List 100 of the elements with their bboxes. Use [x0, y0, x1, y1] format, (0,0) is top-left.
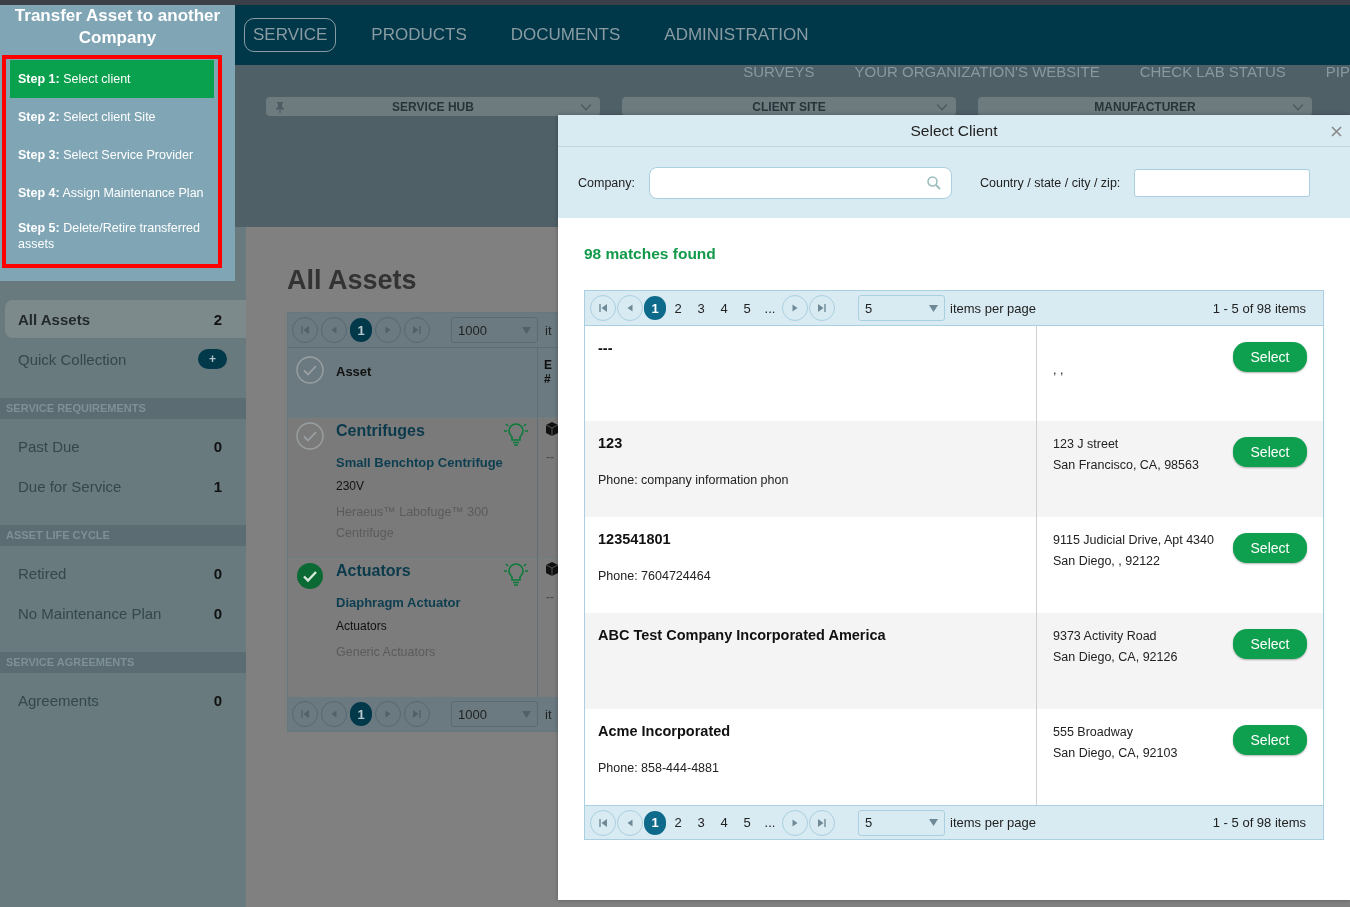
page-number[interactable]: 4 [713, 296, 735, 320]
item-range: 1 - 5 of 98 items [1212, 815, 1306, 830]
page-size-label: it [545, 706, 552, 722]
lightbulb-icon [503, 422, 529, 446]
dialog-title: Select Client [910, 121, 998, 140]
wizard-step[interactable]: Step 4: Assign Maintenance Plan [10, 174, 214, 212]
nav-tab[interactable]: ADMINISTRATION [655, 18, 818, 52]
page-size-dropdown[interactable]: 5 [858, 295, 945, 321]
nav-link[interactable]: CHECK LAB STATUS [1139, 65, 1286, 85]
add-button[interactable]: + [198, 349, 227, 369]
column-header: E # [543, 357, 553, 388]
field-label: Country / state / city / zip: [980, 175, 1121, 190]
item-count: 2 [213, 310, 222, 328]
page-number[interactable]: ... [759, 296, 781, 320]
asset-category: Actuators [336, 562, 411, 580]
table-cell: -- [546, 450, 552, 464]
page-number[interactable]: 1 [644, 810, 666, 835]
page-number[interactable]: 4 [713, 810, 735, 835]
wizard-step[interactable]: Step 3: Select Service Provider [10, 136, 214, 174]
last-page-icon [817, 303, 827, 313]
select-button[interactable]: Select [1233, 437, 1307, 467]
search-icon [927, 175, 941, 190]
page-size-dropdown[interactable]: 1000 [451, 317, 538, 343]
page-size-dropdown[interactable]: 5 [858, 809, 945, 836]
select-button[interactable]: Select [1233, 533, 1307, 563]
field-label: Company: [578, 175, 635, 190]
nav-tab[interactable]: PRODUCTS [362, 18, 476, 52]
previous-page-icon [329, 709, 339, 719]
last-page-icon [412, 709, 422, 719]
company-name: ABC Test Company Incorporated America [598, 627, 887, 643]
table-cell: -- [546, 590, 552, 604]
page-number[interactable]: ... [759, 810, 781, 835]
address-line: , , [1053, 363, 1064, 378]
filter-label: SERVICE HUB [391, 99, 475, 114]
asset-link[interactable]: Small Benchtop Centrifuge [336, 455, 529, 470]
nav-link[interactable]: YOUR ORGANIZATION'S WEBSITE [854, 65, 1100, 85]
page-title: All Assets [287, 265, 418, 296]
page-size-label: items per page [950, 815, 1036, 830]
input-field[interactable] [1134, 168, 1311, 197]
asset-link[interactable]: Diaphragm Actuator [336, 595, 529, 610]
wizard-step[interactable]: Step 2: Select client Site [10, 98, 214, 136]
last-page-icon [817, 817, 827, 828]
page-number[interactable]: 3 [690, 810, 712, 835]
address-line: 9115 Judicial Drive, Apt 4340 [1053, 533, 1214, 548]
address-line: 9373 Activity Road [1053, 629, 1158, 644]
nav-link[interactable]: SURVEYS [743, 65, 815, 85]
company-name: 123 [598, 435, 624, 451]
previous-page-icon [625, 303, 635, 313]
select-button[interactable]: Select [1233, 629, 1307, 659]
select-button[interactable]: Select [1233, 342, 1307, 372]
search-field[interactable] [649, 166, 952, 199]
first-page-icon [300, 325, 310, 335]
page-number[interactable]: 1 [350, 702, 372, 726]
next-page-icon [383, 709, 393, 719]
page-number[interactable]: 5 [736, 810, 758, 835]
sidebar-item-selected[interactable]: All Assets 2 [5, 300, 246, 338]
item-count: 0 [213, 691, 222, 709]
caret-icon [929, 819, 938, 826]
previous-page-icon [625, 817, 635, 828]
item-count: 1 [213, 477, 222, 495]
column-header: Asset [336, 364, 372, 381]
nav-tab[interactable]: DOCUMENTS [501, 18, 630, 52]
first-page-icon [300, 709, 310, 719]
page-number[interactable]: 1 [644, 296, 666, 320]
wizard-step[interactable]: Step 5: Delete/Retire transferred assets [10, 212, 214, 260]
nav-tab[interactable]: SERVICE [244, 18, 337, 52]
match-count: 98 matches found [584, 245, 717, 263]
caret-icon [522, 710, 531, 718]
next-page-icon [790, 817, 800, 828]
company-name: 123541801 [598, 531, 672, 547]
page-number[interactable]: 3 [690, 296, 712, 320]
page-number[interactable]: 2 [667, 810, 689, 835]
address-line: San Diego, CA, 92103 [1053, 746, 1178, 761]
previous-page-icon [329, 325, 339, 335]
address-line: San Francisco, CA, 98563 [1053, 458, 1199, 473]
address-line: San Diego, CA, 92126 [1053, 650, 1178, 665]
company-name: Acme Incorporated [598, 723, 732, 739]
page-number[interactable]: 5 [736, 296, 758, 320]
lightbulb-icon [503, 562, 529, 586]
company-phone: Phone: 7604724464 [598, 569, 712, 583]
checkbox-icon [296, 356, 324, 384]
filter-dropdown[interactable]: SERVICE HUB [266, 97, 600, 116]
select-button[interactable]: Select [1233, 725, 1307, 755]
close-icon[interactable] [1331, 126, 1342, 137]
page-size-label: items per page [950, 300, 1036, 316]
page-number[interactable]: 1 [350, 318, 372, 342]
next-page-icon [790, 303, 800, 313]
company-name: --- [598, 340, 614, 356]
box-icon [546, 422, 558, 436]
caret-icon [929, 304, 938, 312]
page-size-dropdown[interactable]: 1000 [451, 701, 538, 727]
filter-label: MANUFACTURER [1093, 99, 1197, 114]
company-phone: Phone: 858-444-4881 [598, 761, 720, 775]
filter-label: CLIENT SITE [751, 99, 827, 114]
box-icon [546, 562, 558, 576]
caret-icon [522, 326, 531, 334]
item-range: 1 - 5 of 98 items [1212, 300, 1306, 316]
page-number[interactable]: 2 [667, 296, 689, 320]
wizard-step[interactable]: Step 1: Select client [10, 60, 214, 98]
nav-link[interactable]: PIP [1325, 65, 1350, 85]
